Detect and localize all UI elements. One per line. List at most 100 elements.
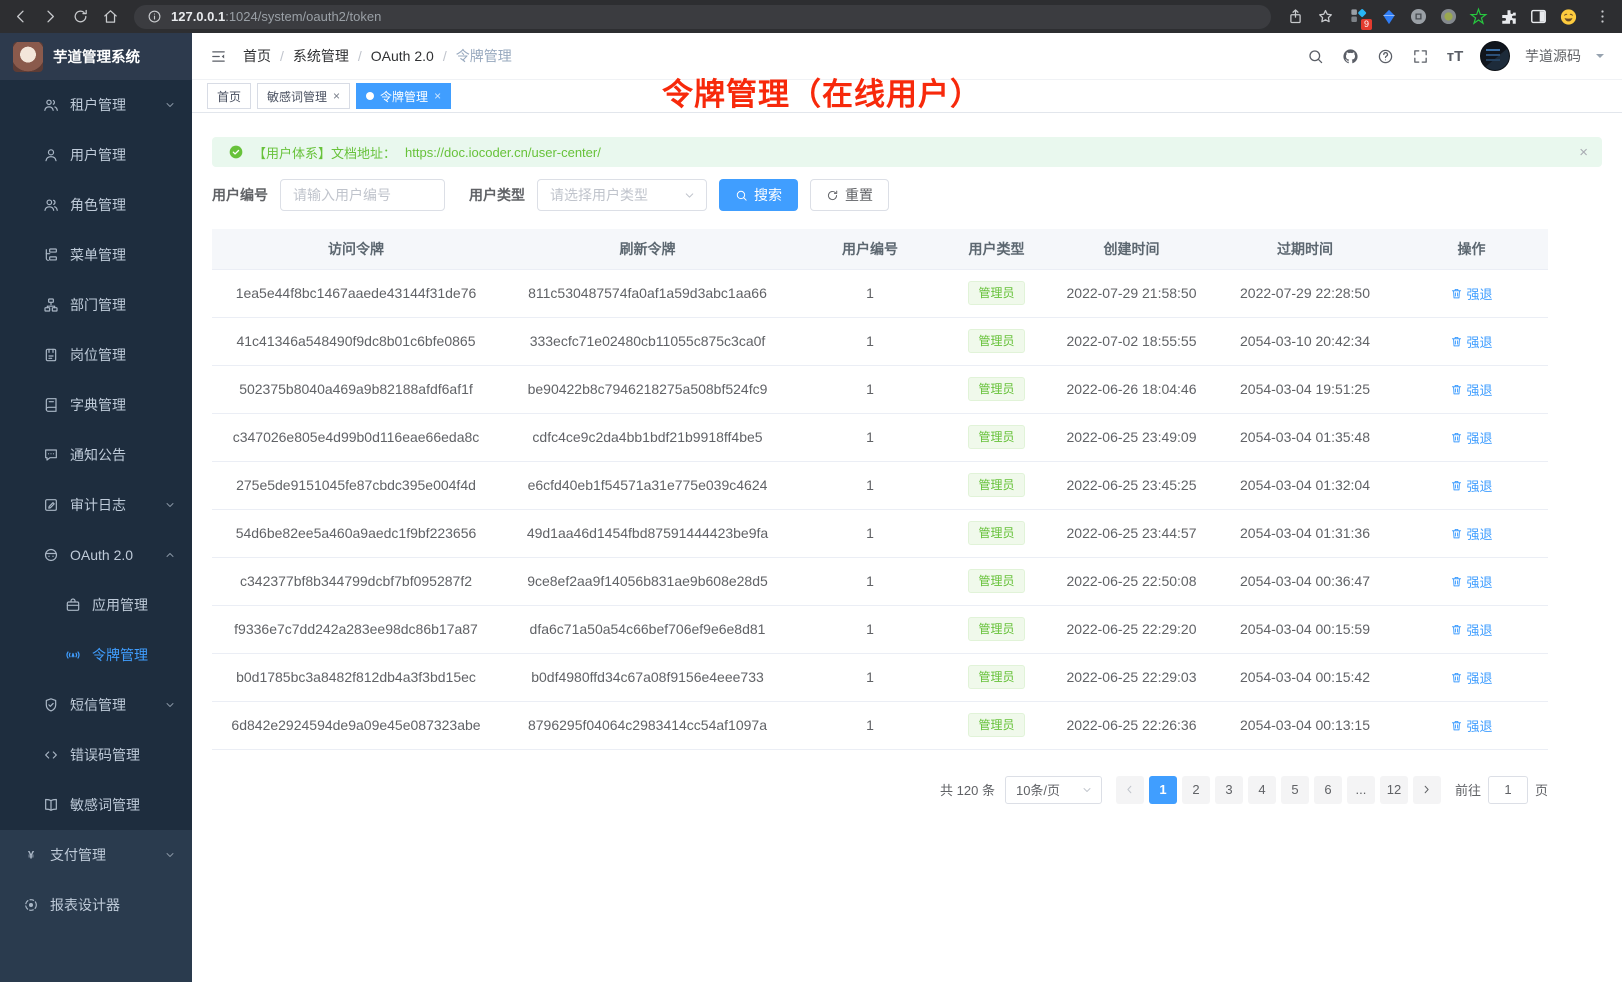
- user-name[interactable]: 芋道源码: [1525, 46, 1581, 66]
- force-logout-button[interactable]: 强退: [1450, 716, 1492, 735]
- pager-page-2[interactable]: 2: [1182, 776, 1210, 804]
- app-logo[interactable]: 芋道管理系统: [0, 33, 192, 80]
- user-avatar[interactable]: [1480, 41, 1510, 71]
- sidebar-item-dict[interactable]: 字典管理: [0, 380, 192, 430]
- github-icon[interactable]: [1340, 46, 1360, 66]
- search-icon[interactable]: [1305, 46, 1325, 66]
- breadcrumb-separator: /: [443, 48, 447, 64]
- goto-page-input[interactable]: [1488, 776, 1528, 804]
- sidebar-item-oauth2[interactable]: OAuth 2.0: [0, 530, 192, 580]
- prev-page-button[interactable]: [1116, 776, 1144, 804]
- pager-page-4[interactable]: 4: [1248, 776, 1276, 804]
- column-header: 创建时间: [1048, 229, 1215, 269]
- breadcrumb-separator: /: [358, 48, 362, 64]
- command-extension-icon[interactable]: [1409, 7, 1428, 26]
- gem-extension-icon[interactable]: [1379, 7, 1398, 26]
- created-time-cell: 2022-07-02 18:55:55: [1048, 317, 1215, 365]
- pager-page-3[interactable]: 3: [1215, 776, 1243, 804]
- pager-page-5[interactable]: 5: [1281, 776, 1309, 804]
- refresh-token-cell: b0df4980ffd34c67a08f9156e4eee733: [500, 653, 795, 701]
- tab-label: 首页: [217, 88, 241, 105]
- browser-forward-icon[interactable]: [40, 7, 60, 27]
- sidebar-item-notice[interactable]: 通知公告: [0, 430, 192, 480]
- sidebar-item-user[interactable]: 用户管理: [0, 130, 192, 180]
- browser-reload-icon[interactable]: [70, 7, 90, 27]
- created-time-cell: 2022-07-29 21:58:50: [1048, 269, 1215, 317]
- alert-close-icon[interactable]: ×: [1579, 144, 1588, 161]
- created-time-cell: 2022-06-25 22:26:36: [1048, 701, 1215, 749]
- browser-home-icon[interactable]: [100, 7, 120, 27]
- next-page-button[interactable]: [1413, 776, 1441, 804]
- sidebar-item-audit-log[interactable]: 审计日志: [0, 480, 192, 530]
- tab-label: 令牌管理: [380, 88, 428, 105]
- pager-more[interactable]: ...: [1347, 776, 1375, 804]
- page-size-select[interactable]: 10条/页: [1005, 776, 1102, 804]
- sidebar-item-sms[interactable]: 短信管理: [0, 680, 192, 730]
- user-type-select[interactable]: 请选择用户类型: [537, 179, 707, 211]
- force-logout-button[interactable]: 强退: [1450, 332, 1492, 351]
- force-logout-button[interactable]: 强退: [1450, 620, 1492, 639]
- sidebar-item-label: 报表设计器: [50, 895, 120, 915]
- tampermonkey-icon[interactable]: 9: [1349, 7, 1368, 26]
- sidebar-item-dept[interactable]: 部门管理: [0, 280, 192, 330]
- browser-chrome: 127.0.0.1:1024/system/oauth2/token 9: [0, 0, 1622, 33]
- sidebar-collapse-icon[interactable]: [210, 48, 227, 65]
- tab-close-icon[interactable]: ×: [333, 90, 340, 102]
- extensions-puzzle-icon[interactable]: [1499, 7, 1518, 26]
- font-size-icon[interactable]: тT: [1445, 46, 1465, 66]
- pager-page-6[interactable]: 6: [1314, 776, 1342, 804]
- sidebar-item-report[interactable]: 报表设计器: [0, 880, 192, 930]
- tab-close-icon[interactable]: ×: [434, 90, 441, 102]
- force-logout-button[interactable]: 强退: [1450, 476, 1492, 495]
- tab-sensitive-word[interactable]: 敏感词管理×: [257, 83, 350, 109]
- browser-back-icon[interactable]: [10, 7, 30, 27]
- share-icon[interactable]: [1285, 7, 1305, 27]
- fullscreen-icon[interactable]: [1410, 46, 1430, 66]
- bookmark-star-icon[interactable]: [1315, 7, 1335, 27]
- report-icon: [22, 897, 40, 913]
- force-logout-button[interactable]: 强退: [1450, 524, 1492, 543]
- reset-button[interactable]: 重置: [810, 179, 889, 211]
- tab-home[interactable]: 首页: [207, 83, 251, 109]
- doc-link[interactable]: https://doc.iocoder.cn/user-center/: [405, 145, 601, 160]
- green-star-extension-icon[interactable]: [1469, 7, 1488, 26]
- sidebar-item-pay[interactable]: ¥支付管理: [0, 830, 192, 880]
- recorder-extension-icon[interactable]: [1439, 7, 1458, 26]
- sidebar-item-post[interactable]: 岗位管理: [0, 330, 192, 380]
- access-token-cell: 6d842e2924594de9a09e45e087323abe: [212, 701, 500, 749]
- chevron-down-icon[interactable]: [1596, 54, 1604, 62]
- force-logout-button[interactable]: 强退: [1450, 380, 1492, 399]
- sidebar-item-sensitive-word[interactable]: 敏感词管理: [0, 780, 192, 830]
- expire-time-cell: 2022-07-29 22:28:50: [1215, 269, 1395, 317]
- help-icon[interactable]: [1375, 46, 1395, 66]
- sidebar-item-tenant[interactable]: 租户管理: [0, 80, 192, 130]
- sidebar-item-oauth2-app[interactable]: 应用管理: [0, 580, 192, 630]
- force-logout-button[interactable]: 强退: [1450, 428, 1492, 447]
- profile-emoji-icon[interactable]: [1559, 7, 1578, 26]
- pager-page-12[interactable]: 12: [1380, 776, 1408, 804]
- address-bar[interactable]: 127.0.0.1:1024/system/oauth2/token: [134, 5, 1271, 29]
- breadcrumb-item-home[interactable]: 首页: [243, 46, 271, 66]
- breadcrumb-item-system[interactable]: 系统管理: [293, 46, 349, 66]
- breadcrumb-item-oauth[interactable]: OAuth 2.0: [371, 48, 434, 64]
- force-logout-button[interactable]: 强退: [1450, 572, 1492, 591]
- browser-menu-kebab-icon[interactable]: [1592, 7, 1612, 27]
- sidebar-item-error-code[interactable]: 错误码管理: [0, 730, 192, 780]
- user-type-badge: 管理员: [968, 569, 1024, 593]
- side-panel-icon[interactable]: [1529, 7, 1548, 26]
- user-id-cell: 1: [795, 413, 945, 461]
- sidebar-item-oauth2-token[interactable]: 令牌管理: [0, 630, 192, 680]
- tab-token[interactable]: 令牌管理 ×: [356, 83, 451, 109]
- trash-icon: [1450, 335, 1463, 348]
- user-id-input[interactable]: [280, 179, 445, 211]
- sidebar-item-label: 令牌管理: [92, 645, 148, 665]
- sidebar-item-role[interactable]: 角色管理: [0, 180, 192, 230]
- sidebar-item-menu[interactable]: 菜单管理: [0, 230, 192, 280]
- user-id-cell: 1: [795, 365, 945, 413]
- site-info-icon[interactable]: [144, 7, 164, 27]
- refresh-token-cell: e6cfd40eb1f54571a31e775e039c4624: [500, 461, 795, 509]
- search-button[interactable]: 搜索: [719, 179, 798, 211]
- force-logout-button[interactable]: 强退: [1450, 284, 1492, 303]
- force-logout-button[interactable]: 强退: [1450, 668, 1492, 687]
- pager-page-1[interactable]: 1: [1149, 776, 1177, 804]
